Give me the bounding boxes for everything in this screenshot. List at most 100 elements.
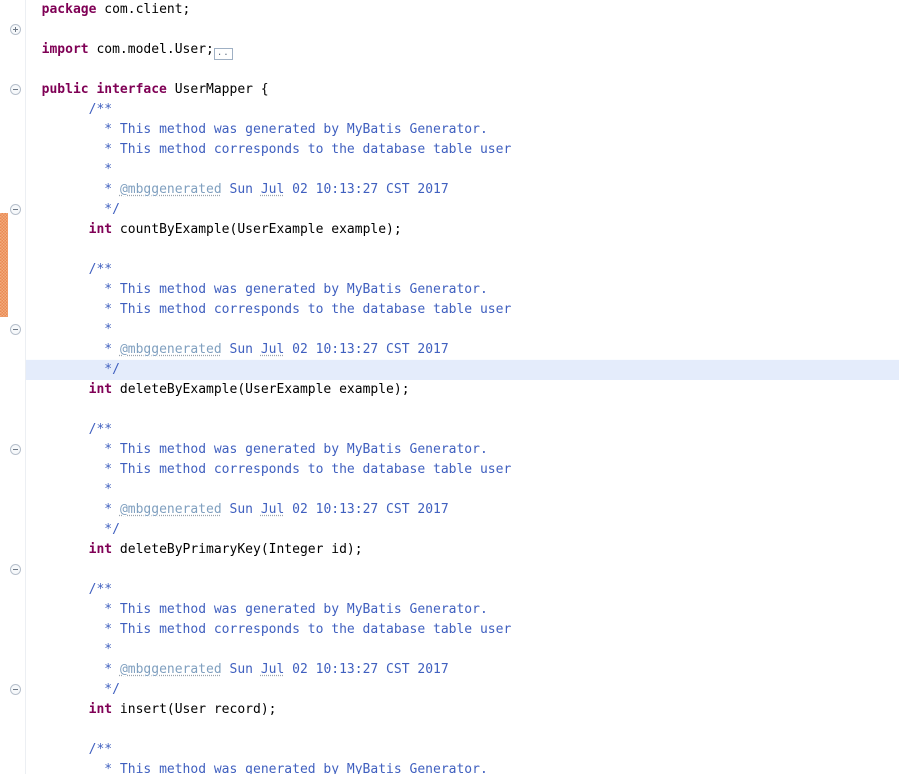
- code-text-area[interactable]: package com.client; import com.model.Use…: [26, 0, 899, 774]
- javadoc-text: 02 10:13:27 CST 2017: [284, 342, 449, 357]
- java-keyword: int: [88, 222, 113, 237]
- fold-collapse-insert-icon[interactable]: [10, 444, 21, 455]
- javadoc-text: *: [104, 162, 113, 177]
- code-line[interactable]: *: [26, 480, 899, 500]
- javadoc-text: * This method corresponds to the databas…: [104, 302, 512, 317]
- code-line[interactable]: * This method corresponds to the databas…: [26, 140, 899, 160]
- javadoc-spellcheck-word: Jul: [260, 502, 285, 517]
- code-line[interactable]: * This method was generated by MyBatis G…: [26, 440, 899, 460]
- code-line[interactable]: */: [26, 200, 899, 220]
- code-line[interactable]: [26, 240, 899, 260]
- code-line[interactable]: *: [26, 640, 899, 660]
- code-line[interactable]: [26, 20, 899, 40]
- fold-collapse-insertSelective-icon[interactable]: [10, 564, 21, 575]
- javadoc-text: *: [104, 342, 120, 357]
- javadoc-text: /**: [88, 742, 113, 757]
- code-token: deleteByPrimaryKey(Integer id);: [112, 542, 363, 557]
- code-line[interactable]: * This method was generated by MyBatis G…: [26, 280, 899, 300]
- code-line[interactable]: * @mbggenerated Sun Jul 02 10:13:27 CST …: [26, 180, 899, 200]
- javadoc-text: */: [104, 362, 120, 377]
- code-line[interactable]: * @mbggenerated Sun Jul 02 10:13:27 CST …: [26, 340, 899, 360]
- change-bar-deleteByExample[interactable]: [0, 213, 8, 317]
- javadoc-text: 02 10:13:27 CST 2017: [284, 182, 449, 197]
- javadoc-spellcheck-word: Jul: [260, 342, 285, 357]
- code-line[interactable]: */: [26, 360, 899, 380]
- code-line[interactable]: package com.client;: [26, 0, 899, 20]
- code-line[interactable]: /**: [26, 740, 899, 760]
- code-line[interactable]: * This method was generated by MyBatis G…: [26, 600, 899, 620]
- code-line[interactable]: [26, 560, 899, 580]
- code-line[interactable]: int countByExample(UserExample example);: [26, 220, 899, 240]
- code-token: insert(User record);: [112, 702, 277, 717]
- code-line[interactable]: * This method corresponds to the databas…: [26, 460, 899, 480]
- code-token: UserMapper {: [166, 82, 269, 97]
- code-editor[interactable]: package com.client; import com.model.Use…: [0, 0, 899, 774]
- javadoc-text: /**: [88, 582, 113, 597]
- javadoc-text: *: [104, 642, 113, 657]
- java-keyword: int: [88, 382, 113, 397]
- javadoc-tag-mbggenerated: @mbggenerated: [119, 182, 222, 197]
- code-line[interactable]: import com.model.User;..: [26, 40, 899, 60]
- code-line[interactable]: * @mbggenerated Sun Jul 02 10:13:27 CST …: [26, 500, 899, 520]
- code-line[interactable]: * @mbggenerated Sun Jul 02 10:13:27 CST …: [26, 660, 899, 680]
- javadoc-text: * This method was generated by MyBatis G…: [104, 602, 488, 617]
- fold-expand-import-icon[interactable]: [10, 24, 21, 35]
- code-line[interactable]: [26, 60, 899, 80]
- fold-collapse-countByExample-icon[interactable]: [10, 84, 21, 95]
- code-token: countByExample(UserExample example);: [112, 222, 402, 237]
- code-line[interactable]: int deleteByExample(UserExample example)…: [26, 380, 899, 400]
- javadoc-text: 02 10:13:27 CST 2017: [284, 502, 449, 517]
- change-bar-layer[interactable]: [0, 0, 8, 774]
- code-line[interactable]: * This method corresponds to the databas…: [26, 620, 899, 640]
- code-line[interactable]: int insert(User record);: [26, 700, 899, 720]
- collapsed-import-box[interactable]: ..: [213, 48, 233, 60]
- code-line[interactable]: [26, 720, 899, 740]
- java-keyword: public interface: [41, 82, 167, 97]
- javadoc-spellcheck-word: Jul: [260, 182, 285, 197]
- javadoc-text: /**: [88, 422, 113, 437]
- code-line[interactable]: */: [26, 680, 899, 700]
- javadoc-text: * This method was generated by MyBatis G…: [104, 282, 488, 297]
- fold-collapse-selectByExample-icon[interactable]: [10, 684, 21, 695]
- code-line[interactable]: *: [26, 160, 899, 180]
- code-line[interactable]: */: [26, 520, 899, 540]
- code-line[interactable]: /**: [26, 260, 899, 280]
- fold-collapse-deleteByPrimaryKey-icon[interactable]: [10, 324, 21, 335]
- code-line[interactable]: /**: [26, 580, 899, 600]
- javadoc-text: *: [104, 322, 113, 337]
- javadoc-text: Sun: [221, 502, 261, 517]
- code-line[interactable]: *: [26, 320, 899, 340]
- code-line[interactable]: * This method corresponds to the databas…: [26, 300, 899, 320]
- fold-collapse-deleteByExample-icon[interactable]: [10, 204, 21, 215]
- code-line[interactable]: * This method was generated by MyBatis G…: [26, 120, 899, 140]
- code-line[interactable]: /**: [26, 420, 899, 440]
- code-line[interactable]: [26, 400, 899, 420]
- javadoc-text: 02 10:13:27 CST 2017: [284, 662, 449, 677]
- javadoc-text: /**: [88, 102, 113, 117]
- javadoc-tag-mbggenerated: @mbggenerated: [119, 502, 222, 517]
- code-line[interactable]: int deleteByPrimaryKey(Integer id);: [26, 540, 899, 560]
- code-line[interactable]: public interface UserMapper {: [26, 80, 899, 100]
- code-line[interactable]: /**: [26, 100, 899, 120]
- code-token: deleteByExample(UserExample example);: [112, 382, 410, 397]
- javadoc-text: * This method corresponds to the databas…: [104, 462, 512, 477]
- code-line[interactable]: * This method was generated by MyBatis G…: [26, 760, 899, 774]
- javadoc-text: *: [104, 482, 113, 497]
